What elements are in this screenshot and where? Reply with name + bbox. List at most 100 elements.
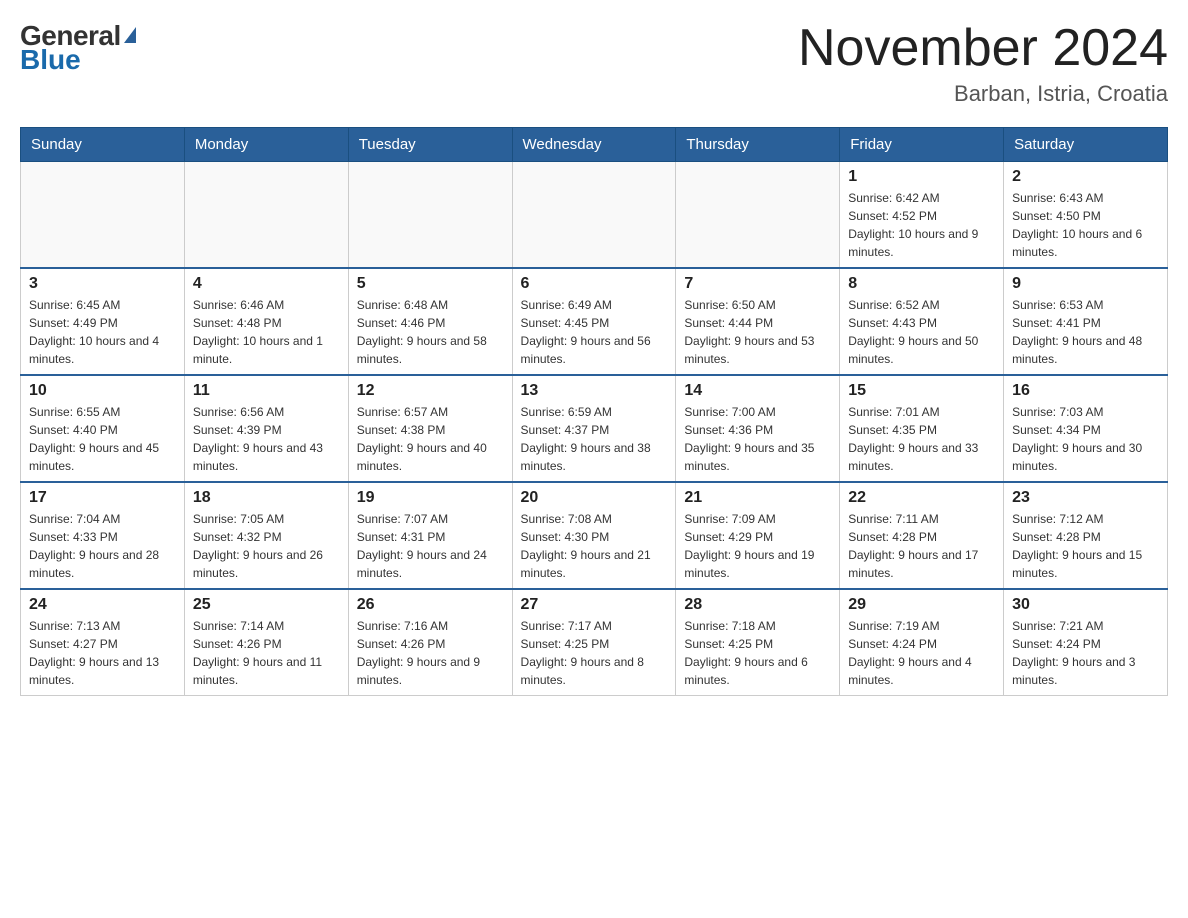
day-info: Sunrise: 6:50 AM Sunset: 4:44 PM Dayligh… (684, 296, 831, 368)
calendar-week-4: 17 Sunrise: 7:04 AM Sunset: 4:33 PM Dayli… (21, 482, 1168, 589)
day-info: Sunrise: 7:12 AM Sunset: 4:28 PM Dayligh… (1012, 510, 1159, 582)
calendar-cell: 25 Sunrise: 7:14 AM Sunset: 4:26 PM Dayli… (184, 589, 348, 696)
calendar-cell: 10 Sunrise: 6:55 AM Sunset: 4:40 PM Dayli… (21, 375, 185, 482)
day-info: Sunrise: 7:14 AM Sunset: 4:26 PM Dayligh… (193, 617, 340, 689)
day-number: 6 (521, 275, 668, 293)
calendar-cell (21, 162, 185, 269)
day-info: Sunrise: 6:46 AM Sunset: 4:48 PM Dayligh… (193, 296, 340, 368)
calendar-cell (512, 162, 676, 269)
day-number: 1 (848, 168, 995, 186)
month-title: November 2024 (798, 20, 1168, 77)
day-info: Sunrise: 6:53 AM Sunset: 4:41 PM Dayligh… (1012, 296, 1159, 368)
day-info: Sunrise: 7:01 AM Sunset: 4:35 PM Dayligh… (848, 403, 995, 475)
day-number: 30 (1012, 596, 1159, 614)
calendar-cell: 4Sunrise: 6:46 AM Sunset: 4:48 PM Daylig… (184, 268, 348, 375)
logo: General Blue (20, 20, 136, 76)
weekday-header-sunday: Sunday (21, 128, 185, 162)
calendar-cell: 15 Sunrise: 7:01 AM Sunset: 4:35 PM Dayli… (840, 375, 1004, 482)
location-text: Barban, Istria, Croatia (798, 81, 1168, 107)
day-number: 25 (193, 596, 340, 614)
day-number: 9 (1012, 275, 1159, 293)
weekday-header-saturday: Saturday (1004, 128, 1168, 162)
day-info: Sunrise: 6:56 AM Sunset: 4:39 PM Dayligh… (193, 403, 340, 475)
day-info: Sunrise: 7:18 AM Sunset: 4:25 PM Dayligh… (684, 617, 831, 689)
calendar-cell: 24Sunrise: 7:13 AM Sunset: 4:27 PM Dayli… (21, 589, 185, 696)
day-info: Sunrise: 7:21 AM Sunset: 4:24 PM Dayligh… (1012, 617, 1159, 689)
day-info: Sunrise: 6:52 AM Sunset: 4:43 PM Dayligh… (848, 296, 995, 368)
day-number: 17 (29, 489, 176, 507)
day-number: 3 (29, 275, 176, 293)
day-number: 8 (848, 275, 995, 293)
day-info: Sunrise: 7:05 AM Sunset: 4:32 PM Dayligh… (193, 510, 340, 582)
day-info: Sunrise: 6:42 AM Sunset: 4:52 PM Dayligh… (848, 189, 995, 261)
day-info: Sunrise: 6:48 AM Sunset: 4:46 PM Dayligh… (357, 296, 504, 368)
calendar-cell: 22Sunrise: 7:11 AM Sunset: 4:28 PM Dayli… (840, 482, 1004, 589)
day-number: 11 (193, 382, 340, 400)
day-number: 5 (357, 275, 504, 293)
calendar-cell: 23 Sunrise: 7:12 AM Sunset: 4:28 PM Dayli… (1004, 482, 1168, 589)
day-info: Sunrise: 7:19 AM Sunset: 4:24 PM Dayligh… (848, 617, 995, 689)
calendar-table: SundayMondayTuesdayWednesdayThursdayFrid… (20, 127, 1168, 696)
calendar-cell (348, 162, 512, 269)
logo-arrow-icon (124, 27, 136, 43)
calendar-cell: 29Sunrise: 7:19 AM Sunset: 4:24 PM Dayli… (840, 589, 1004, 696)
day-number: 27 (521, 596, 668, 614)
calendar-cell (184, 162, 348, 269)
calendar-cell: 9 Sunrise: 6:53 AM Sunset: 4:41 PM Daylig… (1004, 268, 1168, 375)
calendar-header-row: SundayMondayTuesdayWednesdayThursdayFrid… (21, 128, 1168, 162)
day-info: Sunrise: 6:49 AM Sunset: 4:45 PM Dayligh… (521, 296, 668, 368)
day-info: Sunrise: 6:43 AM Sunset: 4:50 PM Dayligh… (1012, 189, 1159, 261)
weekday-header-wednesday: Wednesday (512, 128, 676, 162)
calendar-cell: 17 Sunrise: 7:04 AM Sunset: 4:33 PM Dayli… (21, 482, 185, 589)
day-info: Sunrise: 6:55 AM Sunset: 4:40 PM Dayligh… (29, 403, 176, 475)
calendar-week-1: 1 Sunrise: 6:42 AM Sunset: 4:52 PM Daylig… (21, 162, 1168, 269)
calendar-cell: 16Sunrise: 7:03 AM Sunset: 4:34 PM Dayli… (1004, 375, 1168, 482)
day-number: 10 (29, 382, 176, 400)
page-header: General Blue November 2024 Barban, Istri… (20, 20, 1168, 107)
day-number: 19 (357, 489, 504, 507)
day-info: Sunrise: 7:08 AM Sunset: 4:30 PM Dayligh… (521, 510, 668, 582)
calendar-week-3: 10 Sunrise: 6:55 AM Sunset: 4:40 PM Dayli… (21, 375, 1168, 482)
calendar-cell: 12 Sunrise: 6:57 AM Sunset: 4:38 PM Dayli… (348, 375, 512, 482)
weekday-header-friday: Friday (840, 128, 1004, 162)
calendar-cell: 6 Sunrise: 6:49 AM Sunset: 4:45 PM Daylig… (512, 268, 676, 375)
calendar-cell: 18 Sunrise: 7:05 AM Sunset: 4:32 PM Dayli… (184, 482, 348, 589)
day-number: 18 (193, 489, 340, 507)
day-info: Sunrise: 6:59 AM Sunset: 4:37 PM Dayligh… (521, 403, 668, 475)
day-info: Sunrise: 7:07 AM Sunset: 4:31 PM Dayligh… (357, 510, 504, 582)
day-info: Sunrise: 7:17 AM Sunset: 4:25 PM Dayligh… (521, 617, 668, 689)
calendar-cell: 8 Sunrise: 6:52 AM Sunset: 4:43 PM Daylig… (840, 268, 1004, 375)
calendar-week-5: 24Sunrise: 7:13 AM Sunset: 4:27 PM Dayli… (21, 589, 1168, 696)
day-number: 21 (684, 489, 831, 507)
calendar-cell: 5 Sunrise: 6:48 AM Sunset: 4:46 PM Daylig… (348, 268, 512, 375)
day-number: 12 (357, 382, 504, 400)
calendar-cell: 7 Sunrise: 6:50 AM Sunset: 4:44 PM Daylig… (676, 268, 840, 375)
calendar-cell: 26 Sunrise: 7:16 AM Sunset: 4:26 PM Dayli… (348, 589, 512, 696)
calendar-cell: 3Sunrise: 6:45 AM Sunset: 4:49 PM Daylig… (21, 268, 185, 375)
weekday-header-monday: Monday (184, 128, 348, 162)
day-number: 15 (848, 382, 995, 400)
calendar-cell: 21Sunrise: 7:09 AM Sunset: 4:29 PM Dayli… (676, 482, 840, 589)
weekday-header-tuesday: Tuesday (348, 128, 512, 162)
day-number: 2 (1012, 168, 1159, 186)
day-number: 14 (684, 382, 831, 400)
calendar-cell: 2 Sunrise: 6:43 AM Sunset: 4:50 PM Daylig… (1004, 162, 1168, 269)
day-info: Sunrise: 7:03 AM Sunset: 4:34 PM Dayligh… (1012, 403, 1159, 475)
calendar-cell (676, 162, 840, 269)
calendar-cell: 27 Sunrise: 7:17 AM Sunset: 4:25 PM Dayli… (512, 589, 676, 696)
day-number: 23 (1012, 489, 1159, 507)
calendar-cell: 11 Sunrise: 6:56 AM Sunset: 4:39 PM Dayli… (184, 375, 348, 482)
day-info: Sunrise: 7:13 AM Sunset: 4:27 PM Dayligh… (29, 617, 176, 689)
calendar-cell: 19 Sunrise: 7:07 AM Sunset: 4:31 PM Dayli… (348, 482, 512, 589)
day-info: Sunrise: 7:16 AM Sunset: 4:26 PM Dayligh… (357, 617, 504, 689)
title-section: November 2024 Barban, Istria, Croatia (798, 20, 1168, 107)
day-info: Sunrise: 7:04 AM Sunset: 4:33 PM Dayligh… (29, 510, 176, 582)
day-number: 26 (357, 596, 504, 614)
day-number: 28 (684, 596, 831, 614)
day-number: 7 (684, 275, 831, 293)
calendar-cell: 1 Sunrise: 6:42 AM Sunset: 4:52 PM Daylig… (840, 162, 1004, 269)
calendar-cell: 30 Sunrise: 7:21 AM Sunset: 4:24 PM Dayli… (1004, 589, 1168, 696)
day-info: Sunrise: 6:57 AM Sunset: 4:38 PM Dayligh… (357, 403, 504, 475)
calendar-cell: 14Sunrise: 7:00 AM Sunset: 4:36 PM Dayli… (676, 375, 840, 482)
day-number: 20 (521, 489, 668, 507)
